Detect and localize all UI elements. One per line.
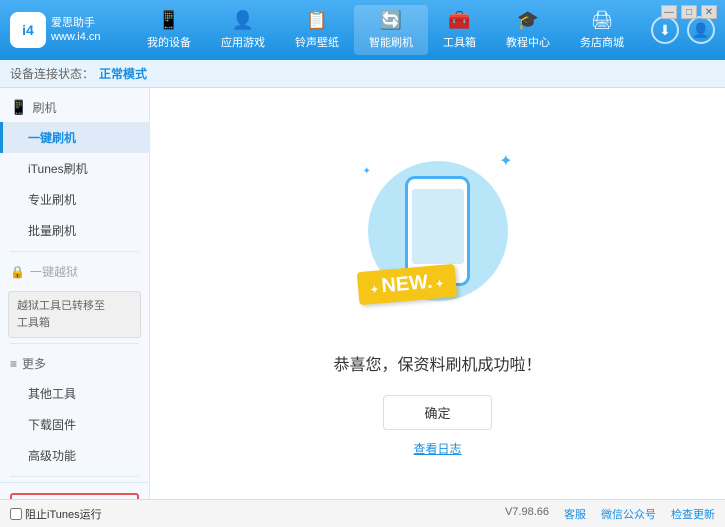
sparkle-icon-1: ✦: [499, 151, 512, 171]
flash-section: 📱 刷机 一键刷机 iTunes刷机 专业刷机 批量刷机: [0, 93, 149, 246]
logo-icon: i4: [10, 12, 46, 48]
main-content: NEW. ✦ ✦ 恭喜您，保资料刷机成功啦！ 确定 查看日志: [150, 88, 725, 499]
view-log-link[interactable]: 查看日志: [413, 440, 461, 457]
nav-item-apps-games[interactable]: 👤 应用游戏: [206, 5, 280, 55]
phone-screen: [412, 189, 464, 264]
main-layout: 📱 刷机 一键刷机 iTunes刷机 专业刷机 批量刷机 🔒 一键越狱 越狱工具…: [0, 88, 725, 499]
bottom-left: 阻止iTunes运行: [10, 506, 102, 522]
minimize-button[interactable]: —: [661, 5, 677, 19]
window-controls: — □ ✕: [661, 5, 717, 19]
tutorial-icon: 🎓: [517, 10, 539, 31]
nav-item-toolbox[interactable]: 🧰 工具箱: [428, 5, 491, 55]
sidebar-divider-1: [10, 251, 139, 252]
maximize-button[interactable]: □: [681, 5, 697, 19]
device-section: 自动激活 拒时向导 📱 iPhone 15 Pro Max 512GB iPho…: [0, 482, 149, 499]
sidebar-item-pro-flash[interactable]: 专业刷机: [0, 184, 149, 215]
sidebar-item-download-firmware[interactable]: 下载固件: [0, 409, 149, 440]
version-label: V7.98.66: [505, 506, 549, 522]
sidebar-item-other-tools[interactable]: 其他工具: [0, 378, 149, 409]
sidebar-notice: 越狱工具已转移至工具箱: [8, 291, 141, 338]
flash-section-header: 📱 刷机: [0, 93, 149, 122]
block-itunes-input[interactable]: [10, 508, 22, 520]
nav-item-smart-flash[interactable]: 🔄 智能刷机: [354, 5, 428, 55]
header-actions: ⬇ 👤: [651, 16, 715, 44]
success-message: 恭喜您，保资料刷机成功啦！: [333, 351, 541, 375]
confirm-button[interactable]: 确定: [383, 395, 491, 430]
sidebar: 📱 刷机 一键刷机 iTunes刷机 专业刷机 批量刷机 🔒 一键越狱 越狱工具…: [0, 88, 150, 499]
success-illustration: NEW. ✦ ✦: [338, 131, 538, 331]
apps-icon: 👤: [232, 10, 254, 31]
bottom-right: V7.98.66 客服 微信公众号 检查更新: [505, 506, 715, 522]
toolbox-icon: 🧰: [448, 10, 470, 31]
flash-section-icon: 📱: [10, 99, 27, 116]
sparkle-icon-2: ✦: [363, 166, 371, 177]
sidebar-divider-3: [10, 476, 139, 477]
nav-item-ringtones[interactable]: 📋 铃声壁纸: [280, 5, 354, 55]
flash-icon: 🔄: [380, 10, 402, 31]
lock-icon: 🔒: [10, 265, 25, 279]
close-button[interactable]: ✕: [701, 5, 717, 19]
more-section: ≡ 更多 其他工具 下载固件 高级功能: [0, 349, 149, 471]
logo: i4 爱思助手 www.i4.cn: [10, 12, 120, 48]
sidebar-item-itunes-flash[interactable]: iTunes刷机: [0, 153, 149, 184]
phone-icon: 📱: [158, 10, 180, 31]
auto-options-group: 自动激活 拒时向导: [10, 493, 139, 499]
user-button[interactable]: 👤: [687, 16, 715, 44]
header: i4 爱思助手 www.i4.cn 📱 我的设备 👤 应用游戏 📋 铃声壁纸 🔄…: [0, 0, 725, 60]
logo-text: 爱思助手 www.i4.cn: [51, 16, 101, 45]
sidebar-divider-2: [10, 343, 139, 344]
sidebar-item-one-click-flash[interactable]: 一键刷机: [0, 122, 149, 153]
sidebar-disabled-jailbreak: 🔒 一键越狱: [0, 257, 149, 286]
more-section-header: ≡ 更多: [0, 349, 149, 378]
ringtone-icon: 📋: [306, 10, 328, 31]
nav-bar: 📱 我的设备 👤 应用游戏 📋 铃声壁纸 🔄 智能刷机 🧰 工具箱 🎓 教程中心…: [120, 5, 651, 55]
status-label: 设备连接状态：: [10, 65, 94, 82]
nav-item-service[interactable]: 🖨 务店商城: [565, 5, 639, 55]
status-bar: 设备连接状态： 正常模式: [0, 60, 725, 88]
customer-service-link[interactable]: 客服: [564, 506, 586, 522]
nav-item-tutorials[interactable]: 🎓 教程中心: [491, 5, 565, 55]
download-button[interactable]: ⬇: [651, 16, 679, 44]
sidebar-item-advanced[interactable]: 高级功能: [0, 440, 149, 471]
bottom-bar: 阻止iTunes运行 V7.98.66 客服 微信公众号 检查更新: [0, 499, 725, 527]
service-icon: 🖨: [591, 10, 614, 31]
status-value: 正常模式: [99, 65, 147, 82]
wechat-link[interactable]: 微信公众号: [601, 506, 656, 522]
more-icon: ≡: [10, 357, 17, 371]
block-itunes-checkbox[interactable]: 阻止iTunes运行: [10, 506, 102, 522]
check-update-link[interactable]: 检查更新: [671, 506, 715, 522]
nav-item-my-device[interactable]: 📱 我的设备: [132, 5, 206, 55]
sidebar-item-batch-flash[interactable]: 批量刷机: [0, 215, 149, 246]
